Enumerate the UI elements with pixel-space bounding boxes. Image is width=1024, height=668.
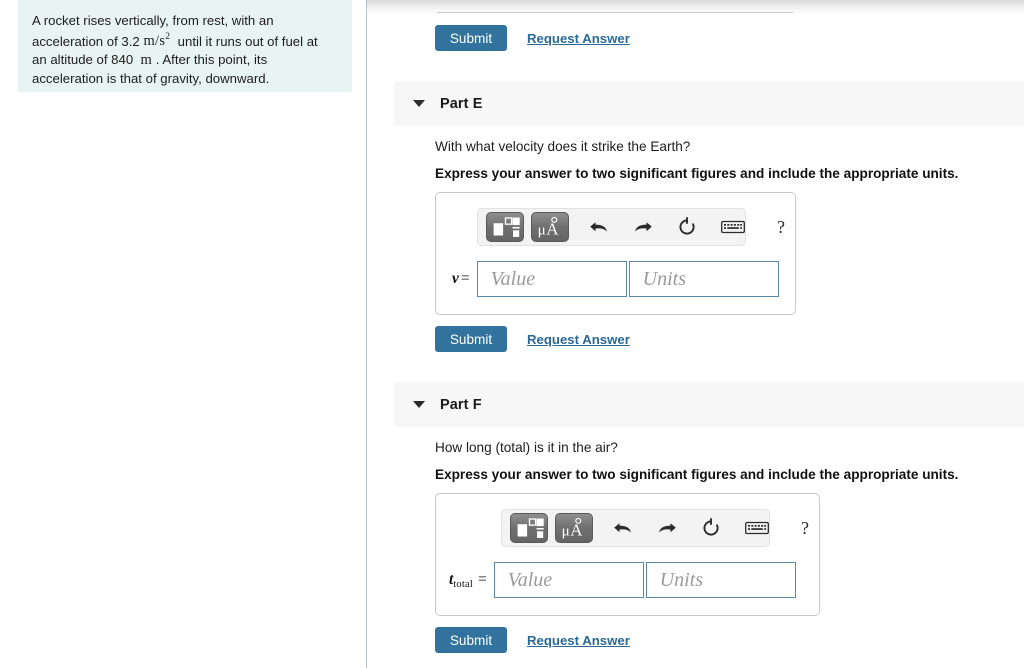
instruction-text-part-e: Express your answer to two significant f… [435, 166, 959, 181]
micro-angstrom-units-icon: μ A [562, 517, 583, 540]
value-input-part-e[interactable]: Value [476, 261, 627, 297]
problem-statement-card: A rocket rises vertically, from rest, wi… [18, 0, 352, 92]
redo-button-part-f[interactable] [650, 513, 684, 543]
chevron-down-icon-part-f[interactable] [413, 401, 425, 408]
redo-arrow-icon [659, 523, 676, 533]
question-mark-icon: ? [801, 518, 809, 538]
micro-angstrom-units-icon-button-part-e[interactable]: μ A [531, 212, 569, 242]
svg-text:μ: μ [538, 222, 546, 239]
micro-angstrom-units-icon: μ A [538, 216, 559, 239]
altitude-unit: m [140, 52, 153, 69]
submit-row-part-d: Submit Request Answer [435, 25, 630, 51]
math-template-icon-button-part-e[interactable] [486, 212, 524, 242]
submit-row-part-f: Submit Request Answer [435, 627, 630, 653]
part-header-f[interactable]: Part F [394, 382, 1024, 427]
micro-angstrom-units-icon-button-part-f[interactable]: μ A [555, 513, 593, 543]
chevron-down-icon-part-e[interactable] [413, 100, 425, 107]
keyboard-button-part-f[interactable] [740, 513, 774, 543]
answer-toolbar-part-e: μ A ? [477, 208, 785, 246]
undo-arrow-icon [590, 222, 607, 232]
answers-pane: Submit Request Answer Part E With what v… [367, 0, 1024, 668]
variable-label-part-f: ttotal = [449, 571, 487, 590]
request-answer-link-part-d[interactable]: Request Answer [527, 31, 630, 46]
submit-row-part-e: Submit Request Answer [435, 326, 630, 352]
question-text-part-e: With what velocity does it strike the Ea… [435, 139, 691, 154]
submit-button-part-e[interactable]: Submit [435, 326, 507, 352]
problem-statement-pane: A rocket rises vertically, from rest, wi… [0, 0, 366, 668]
variable-label-part-e: v = [452, 270, 470, 288]
submit-button-part-f[interactable]: Submit [435, 627, 507, 653]
undo-button-part-e[interactable] [582, 212, 616, 242]
reset-button-part-f[interactable] [694, 513, 728, 543]
math-template-icon [493, 217, 520, 237]
help-button-part-e[interactable]: ? [764, 212, 798, 242]
answer-input-row-part-f: ttotal = Value Units [449, 562, 796, 598]
variable-subscript-part-f: total [453, 578, 473, 590]
mastering-physics-problem-page: A rocket rises vertically, from rest, wi… [0, 0, 1024, 668]
answer-input-row-part-e: v = Value Units [452, 261, 779, 297]
keyboard-button-part-e[interactable] [716, 212, 750, 242]
request-answer-link-part-e[interactable]: Request Answer [527, 332, 630, 347]
math-template-icon-button-part-f[interactable] [510, 513, 548, 543]
problem-statement-text: A rocket rises vertically, from rest, wi… [32, 13, 318, 86]
keyboard-icon [721, 220, 745, 234]
part-header-e[interactable]: Part E [394, 81, 1024, 126]
units-input-part-e[interactable]: Units [628, 261, 779, 297]
reset-button-part-e[interactable] [670, 212, 704, 242]
units-input-part-f[interactable]: Units [645, 562, 796, 598]
undo-arrow-icon [614, 523, 631, 533]
redo-button-part-e[interactable] [626, 212, 660, 242]
answer-toolbar-part-f: μ A ? [501, 509, 809, 547]
math-template-icon [517, 518, 544, 538]
equals-sign-part-f: = [477, 570, 487, 588]
part-title-e: Part E [440, 95, 483, 112]
answer-box-part-e: μ A ? v = Value Units [435, 192, 796, 315]
value-input-part-f[interactable]: Value [493, 562, 644, 598]
question-text-part-f: How long (total) is it in the air? [435, 440, 618, 455]
acceleration-unit: m/s2 [143, 32, 171, 50]
previous-answer-box-bottom-edge [437, 12, 793, 13]
request-answer-link-part-f[interactable]: Request Answer [527, 633, 630, 648]
reset-circular-arrow-icon [679, 217, 695, 235]
svg-text:μ: μ [562, 523, 570, 540]
answer-box-part-f: μ A ? ttotal = Value Units [435, 493, 820, 616]
undo-button-part-f[interactable] [606, 513, 640, 543]
help-button-part-f[interactable]: ? [788, 513, 822, 543]
keyboard-icon [745, 521, 769, 535]
equals-sign-part-e: = [460, 270, 470, 287]
submit-button-part-d[interactable]: Submit [435, 25, 507, 51]
question-mark-icon: ? [777, 217, 785, 237]
part-title-f: Part F [440, 396, 482, 413]
reset-circular-arrow-icon [703, 518, 719, 536]
redo-arrow-icon [635, 222, 652, 232]
instruction-text-part-f: Express your answer to two significant f… [435, 467, 959, 482]
variable-symbol-part-e: v [452, 270, 459, 287]
